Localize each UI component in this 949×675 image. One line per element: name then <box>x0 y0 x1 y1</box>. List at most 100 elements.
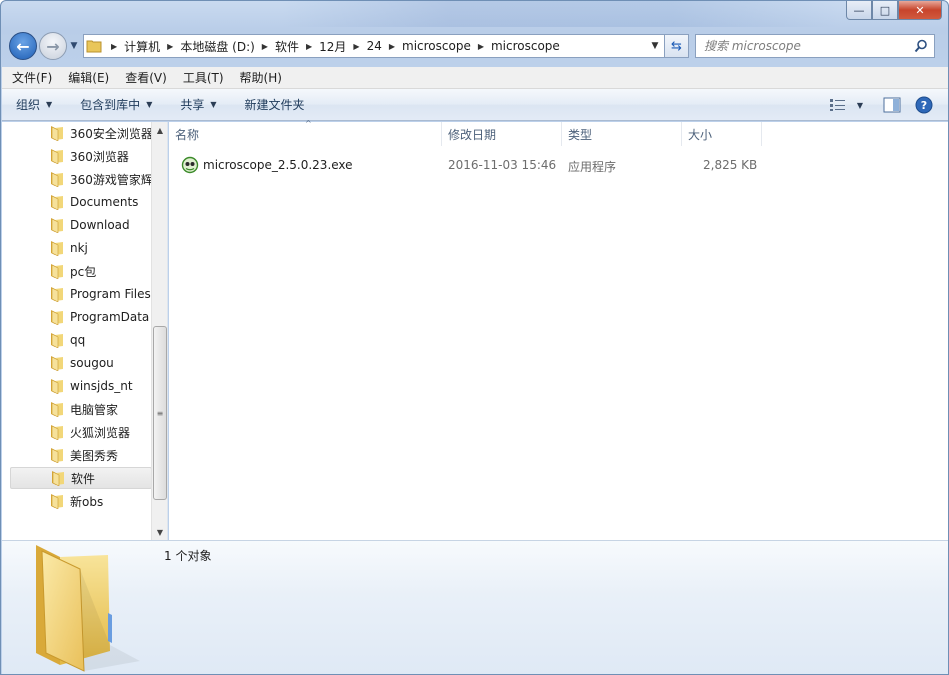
tree-item[interactable]: qq <box>10 329 152 351</box>
view-options-icon[interactable] <box>828 95 848 115</box>
include-in-library-label: 包含到库中 <box>80 98 141 112</box>
tree-item[interactable]: ProgramData <box>10 306 152 328</box>
tree-item-label: 电脑管家 <box>70 402 119 417</box>
breadcrumb-24[interactable]: 24 <box>367 39 382 53</box>
column-header-modified[interactable]: 修改日期 <box>442 122 562 146</box>
chevron-down-icon: ▼ <box>46 100 53 109</box>
view-dropdown-icon[interactable]: ▼ <box>850 95 870 115</box>
folder-icon <box>51 356 63 371</box>
tree-item-label: qq <box>70 333 86 347</box>
tree-item-label: 新obs <box>70 494 104 509</box>
breadcrumb-december[interactable]: 12月 <box>319 38 346 55</box>
tree-item[interactable]: winsjds_nt <box>10 375 152 397</box>
selection-status: 1 个对象 <box>164 549 212 563</box>
tree-item[interactable]: Download <box>10 214 152 236</box>
tree-item-label: 火狐浏览器 <box>70 425 131 440</box>
tree-item-label: ProgramData <box>70 310 150 324</box>
tree-item[interactable]: 360安全浏览器 <box>10 122 152 144</box>
tree-item[interactable]: Documents <box>10 191 152 213</box>
file-size: 2,825 KB <box>703 158 758 172</box>
tree-item[interactable]: sougou <box>10 352 152 374</box>
organize-label: 组织 <box>16 98 41 112</box>
folder-icon <box>51 241 63 256</box>
caption-buttons: — □ ✕ <box>846 1 942 20</box>
address-bar[interactable]: ▶ 计算机 ▶ 本地磁盘 (D:) ▶ 软件 ▶ 12月 ▶ 24 ▶ micr… <box>83 34 665 58</box>
column-headers: 名称 ^ 修改日期 类型 大小 <box>169 119 948 146</box>
folder-icon <box>51 310 63 325</box>
recent-pages-dropdown[interactable]: ▼ <box>67 41 81 51</box>
column-header-type[interactable]: 类型 <box>562 122 682 146</box>
tree-item-label: 360安全浏览器 <box>70 126 152 141</box>
refresh-button[interactable]: ⇆ <box>665 34 689 58</box>
scrollbar-thumb[interactable]: ≡ <box>153 326 167 500</box>
menu-help[interactable]: 帮助(H) <box>240 69 282 86</box>
breadcrumb-separator-icon[interactable]: ▶ <box>389 42 395 51</box>
tree-item-label: Documents <box>70 195 139 209</box>
preview-pane-icon[interactable] <box>882 95 902 115</box>
column-header-name[interactable]: 名称 ^ <box>169 119 442 146</box>
include-in-library-button[interactable]: 包含到库中 ▼ <box>80 96 152 113</box>
tree-item-label: 美图秀秀 <box>70 448 119 463</box>
application-icon <box>181 156 199 174</box>
forward-button[interactable]: → <box>39 32 67 60</box>
back-button[interactable]: ← <box>9 32 37 60</box>
file-type: 应用程序 <box>568 160 617 174</box>
search-input[interactable] <box>704 39 904 53</box>
breadcrumb-separator-icon[interactable]: ▶ <box>478 42 484 51</box>
share-button[interactable]: 共享 ▼ <box>180 96 216 113</box>
new-folder-label: 新建文件夹 <box>244 98 305 112</box>
file-row[interactable]: microscope_2.5.0.23.exe 2016-11-03 15:46… <box>181 154 771 176</box>
folder-large-icon <box>20 543 150 673</box>
file-list-pane: 名称 ^ 修改日期 类型 大小 microscope_2.5.0.23.exe … <box>169 119 948 540</box>
navigation-scrollbar[interactable]: ▲ ≡ ▼ <box>151 122 167 540</box>
breadcrumb-separator-icon[interactable]: ▶ <box>353 42 359 51</box>
breadcrumb-drive[interactable]: 本地磁盘 (D:) <box>180 38 254 55</box>
minimize-button[interactable]: — <box>846 1 872 20</box>
folder-icon <box>51 494 63 509</box>
breadcrumb-software[interactable]: 软件 <box>275 38 299 55</box>
tree-item-label: pc包 <box>70 264 97 279</box>
breadcrumb-separator-icon[interactable]: ▶ <box>167 42 173 51</box>
menu-view[interactable]: 查看(V) <box>125 69 167 86</box>
folder-icon <box>52 471 64 486</box>
tree-item[interactable]: pc包 <box>10 260 152 282</box>
breadcrumb-microscope[interactable]: microscope <box>402 39 471 53</box>
menu-tools[interactable]: 工具(T) <box>183 69 224 86</box>
organize-button[interactable]: 组织 ▼ <box>16 96 52 113</box>
tree-item[interactable]: 360浏览器 <box>10 145 152 167</box>
search-icon[interactable] <box>914 39 928 53</box>
close-button[interactable]: ✕ <box>898 1 942 20</box>
folder-icon <box>51 333 63 348</box>
chevron-down-icon: ▼ <box>210 100 217 109</box>
tree-item[interactable]: 电脑管家 <box>10 398 152 420</box>
folder-icon <box>51 425 63 440</box>
menu-file[interactable]: 文件(F) <box>12 69 52 86</box>
tree-item[interactable]: 火狐浏览器 <box>10 421 152 443</box>
tree-item[interactable]: 新obs <box>10 490 152 512</box>
menu-edit[interactable]: 编辑(E) <box>68 69 109 86</box>
tree-item-label: winsjds_nt <box>70 379 133 393</box>
breadcrumb-separator-icon[interactable]: ▶ <box>306 42 312 51</box>
tree-item-label: Program Files <box>70 287 151 301</box>
breadcrumb-separator-icon[interactable]: ▶ <box>262 42 268 51</box>
column-header-size[interactable]: 大小 <box>682 122 762 146</box>
tree-item-label: 360浏览器 <box>70 149 129 164</box>
folder-icon <box>51 287 63 302</box>
tree-item[interactable]: Program Files <box>10 283 152 305</box>
refresh-icon: ⇆ <box>671 38 682 54</box>
tree-item[interactable]: 软件 <box>10 467 152 489</box>
new-folder-button[interactable]: 新建文件夹 <box>245 96 305 113</box>
scroll-up-icon[interactable]: ▲ <box>152 122 167 138</box>
help-icon[interactable]: ? <box>914 95 934 115</box>
breadcrumb-microscope-current[interactable]: microscope <box>491 39 560 53</box>
search-box[interactable] <box>695 34 935 58</box>
breadcrumb-computer[interactable]: 计算机 <box>124 38 160 55</box>
breadcrumb-separator-icon[interactable]: ▶ <box>111 42 117 51</box>
tree-item[interactable]: 美图秀秀 <box>10 444 152 466</box>
scroll-down-icon[interactable]: ▼ <box>152 524 167 540</box>
tree-item[interactable]: nkj <box>10 237 152 259</box>
tree-item[interactable]: 360游戏管家辉 <box>10 168 152 190</box>
maximize-button[interactable]: □ <box>872 1 898 20</box>
folder-icon <box>51 448 63 463</box>
address-history-dropdown[interactable]: ▼ <box>646 41 664 51</box>
